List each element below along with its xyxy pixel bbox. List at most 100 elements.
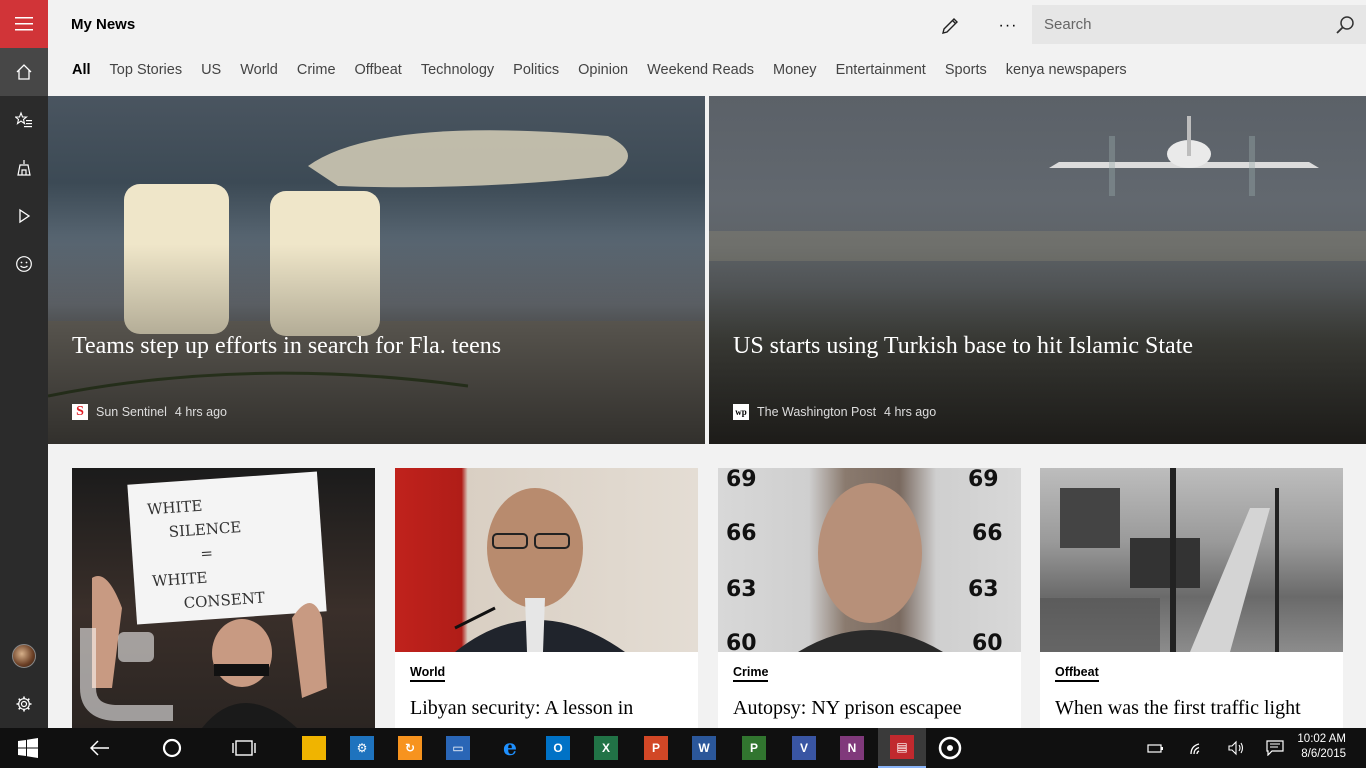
play-icon (19, 208, 31, 224)
battery-icon[interactable] (1146, 738, 1166, 758)
svg-text:69: 69 (968, 468, 999, 492)
tab-all[interactable]: All (72, 62, 91, 78)
svg-text:63: 63 (726, 577, 757, 602)
tab-entertainment[interactable]: Entertainment (836, 62, 926, 78)
card-category[interactable]: Crime (733, 665, 769, 682)
tab-politics[interactable]: Politics (513, 62, 559, 78)
home-icon (16, 64, 32, 80)
card-category[interactable]: Offbeat (1055, 665, 1099, 682)
svg-text:66: 66 (972, 521, 1003, 546)
start-button[interactable] (4, 728, 52, 768)
avatar (12, 644, 36, 668)
taskbar-settings[interactable]: ⚙ (338, 728, 386, 768)
tab-us[interactable]: US (201, 62, 221, 78)
rail-bottom (0, 632, 48, 728)
news-card[interactable]: 69 69 66 66 63 63 60 60 Crime Autopsy: N… (718, 468, 1021, 728)
news-card[interactable]: Offbeat When was the first traffic light (1040, 468, 1343, 728)
search-icon[interactable] (1334, 14, 1356, 36)
clock-time: 10:02 AM (1297, 733, 1346, 745)
settings-button[interactable] (0, 680, 48, 728)
taskbar-powerpoint[interactable]: P (632, 728, 680, 768)
back-button[interactable] (76, 728, 124, 768)
tab-top-stories[interactable]: Top Stories (110, 62, 183, 78)
tab-offbeat[interactable]: Offbeat (355, 62, 402, 78)
card-title[interactable]: Autopsy: NY prison escapee (733, 696, 1013, 720)
tab-weekend-reads[interactable]: Weekend Reads (647, 62, 754, 78)
nav-rail (0, 0, 48, 728)
card-title[interactable]: Libyan security: A lesson in (410, 696, 690, 720)
hamburger-menu-button[interactable] (0, 0, 48, 48)
refresh-icon: ↻ (398, 736, 422, 760)
search-box (1032, 5, 1366, 44)
taskbar-groove[interactable] (926, 728, 974, 768)
svg-text:60: 60 (726, 631, 757, 652)
hero-time: 4 hrs ago (174, 405, 228, 419)
more-options-button[interactable]: ··· (994, 12, 1022, 40)
news-card[interactable]: WHITE SILENCE = WHITE CONSENT (72, 468, 375, 728)
nav-home-button[interactable] (0, 48, 48, 96)
taskbar-news[interactable]: ▤ (878, 728, 926, 768)
card-title[interactable]: When was the first traffic light (1055, 696, 1335, 720)
washington-post-logo-icon: wp (733, 404, 749, 420)
account-button[interactable] (0, 632, 48, 680)
hero-story-1[interactable]: Teams step up efforts in search for Fla.… (48, 96, 705, 444)
local-icon (17, 160, 31, 176)
excel-icon: X (594, 736, 618, 760)
gear-icon: ⚙ (350, 736, 374, 760)
wifi-icon[interactable] (1188, 738, 1208, 758)
gear-icon (16, 696, 32, 712)
star-list-icon (15, 111, 32, 128)
app-header: My News ··· All Top Stories US World Cri… (48, 0, 1366, 96)
tab-world[interactable]: World (240, 62, 278, 78)
svg-text:69: 69 (726, 468, 757, 492)
hero-headline[interactable]: Teams step up efforts in search for Fla.… (72, 330, 542, 362)
edit-button[interactable] (936, 12, 964, 40)
task-view-icon (232, 740, 256, 756)
action-center-icon[interactable] (1265, 738, 1285, 758)
volume-icon[interactable] (1226, 738, 1246, 758)
taskbar-excel[interactable]: X (582, 728, 630, 768)
cortana-circle-icon (162, 738, 182, 758)
taskbar-project[interactable]: P (730, 728, 778, 768)
tab-money[interactable]: Money (773, 62, 817, 78)
system-clock[interactable]: 10:02 AM 8/6/2015 (1297, 732, 1346, 762)
groove-music-icon (938, 736, 962, 760)
project-icon: P (742, 736, 766, 760)
hero-source: Sun Sentinel (96, 405, 167, 419)
tab-crime[interactable]: Crime (297, 62, 336, 78)
tab-technology[interactable]: Technology (421, 62, 494, 78)
monitor-icon: ▭ (446, 736, 470, 760)
nav-interests-button[interactable] (0, 96, 48, 144)
svg-text:60: 60 (972, 631, 1003, 652)
svg-text:63: 63 (968, 577, 999, 602)
nav-feedback-button[interactable] (0, 240, 48, 288)
taskbar-edge[interactable]: e (486, 728, 534, 768)
hero-headline[interactable]: US starts using Turkish base to hit Isla… (733, 330, 1203, 362)
hero-story-2[interactable]: US starts using Turkish base to hit Isla… (709, 96, 1366, 444)
page-title: My News (71, 16, 136, 33)
card-image-protest: WHITE SILENCE = WHITE CONSENT (72, 468, 375, 728)
news-card[interactable]: World Libyan security: A lesson in (395, 468, 698, 728)
watermark-logo-icon (80, 628, 173, 721)
tab-sports[interactable]: Sports (945, 62, 987, 78)
news-icon: ▤ (890, 735, 914, 759)
visio-icon: V (792, 736, 816, 760)
taskbar-file-explorer[interactable] (290, 728, 338, 768)
windows-logo-icon (18, 738, 38, 758)
hero-time: 4 hrs ago (884, 405, 937, 419)
taskbar-outlook[interactable]: O (534, 728, 582, 768)
card-category[interactable]: World (410, 665, 446, 682)
taskbar-word[interactable]: W (680, 728, 728, 768)
nav-video-button[interactable] (0, 192, 48, 240)
taskbar-app-blue[interactable]: ▭ (434, 728, 482, 768)
tab-kenya-newspapers[interactable]: kenya newspapers (1006, 62, 1127, 78)
taskbar-app-orange[interactable]: ↻ (386, 728, 434, 768)
search-input[interactable] (1032, 5, 1322, 44)
tab-opinion[interactable]: Opinion (578, 62, 628, 78)
cortana-button[interactable] (148, 728, 196, 768)
taskbar-visio[interactable]: V (780, 728, 828, 768)
taskbar: ⚙ ↻ ▭ e O X P W P V N ▤ 10:02 AM 8/6/201… (0, 728, 1366, 768)
task-view-button[interactable] (220, 728, 268, 768)
taskbar-onenote[interactable]: N (828, 728, 876, 768)
nav-local-button[interactable] (0, 144, 48, 192)
